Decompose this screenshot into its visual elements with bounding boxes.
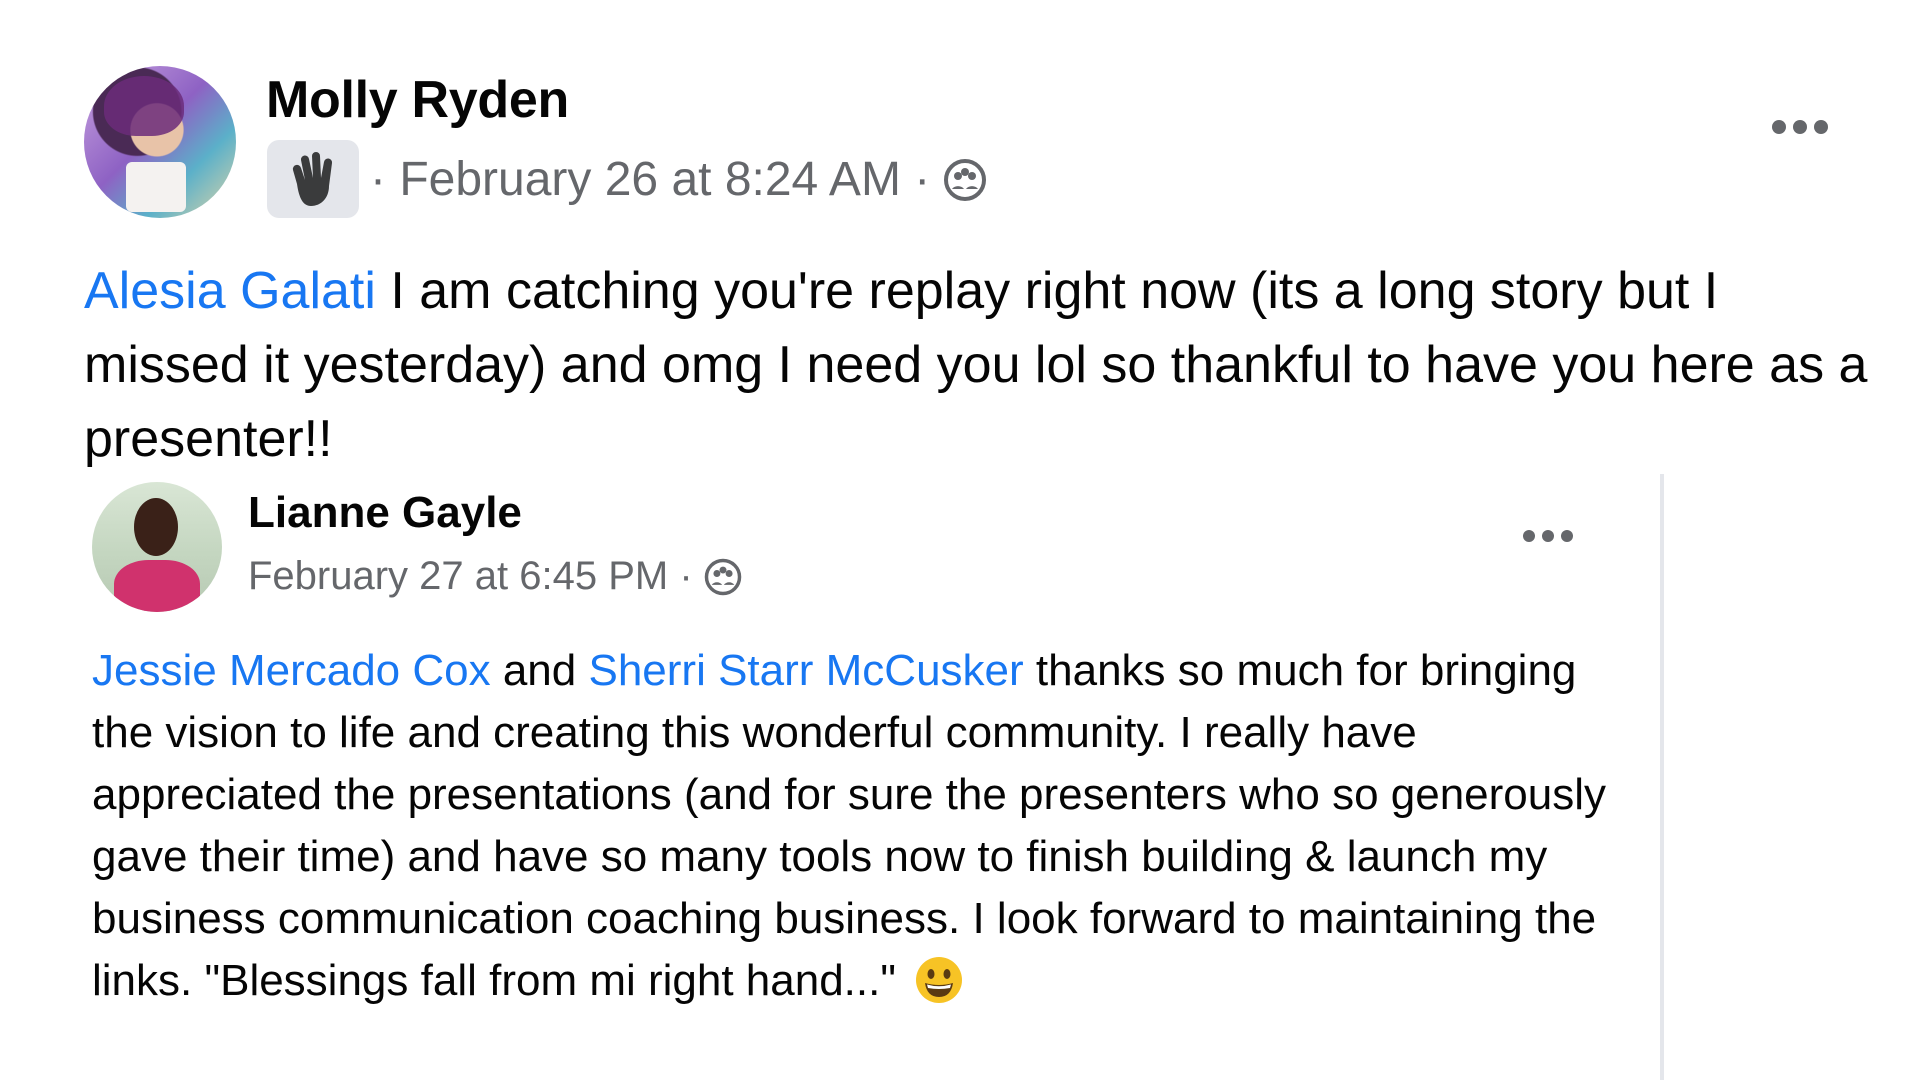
shared-author-name[interactable]: Lianne Gayle (248, 488, 522, 538)
shared-post-more-options-button[interactable] (1523, 530, 1573, 542)
shared-post-meta: February 27 at 6:45 PM · (248, 554, 743, 599)
post-body: Alesia Galati I am catching you're repla… (84, 254, 1884, 476)
shared-post-timestamp[interactable]: February 27 at 6:45 PM · (248, 554, 693, 599)
post-meta: · February 26 at 8:24 AM · (370, 152, 988, 207)
shared-post-body: Jessie Mercado Cox and Sherri Starr McCu… (92, 640, 1612, 1012)
connector-text: and (490, 646, 589, 695)
more-icon (1772, 120, 1828, 134)
group-privacy-icon (944, 158, 987, 201)
post-more-options-button[interactable] (1772, 120, 1828, 134)
post-timestamp[interactable]: · February 26 at 8:24 AM · (370, 152, 930, 207)
wave-hand-icon[interactable] (267, 140, 359, 218)
mention-link[interactable]: Alesia Galati (84, 262, 376, 320)
shared-post-text: thanks so much for bringing the vision t… (92, 646, 1607, 1005)
group-privacy-icon (704, 558, 741, 595)
author-avatar[interactable] (84, 66, 236, 218)
scroll-divider (1660, 474, 1664, 1080)
mention-link[interactable]: Jessie Mercado Cox (92, 646, 491, 695)
wave-hand-icon-glyph (292, 152, 333, 206)
mention-link[interactable]: Sherri Starr McCusker (588, 646, 1023, 695)
author-name[interactable]: Molly Ryden (266, 70, 569, 130)
shared-author-avatar[interactable] (92, 482, 222, 612)
more-icon (1523, 530, 1573, 542)
facebook-post: Molly Ryden · February 26 at 8:24 AM · A… (0, 0, 1920, 1080)
grinning-face-icon (916, 957, 963, 1003)
